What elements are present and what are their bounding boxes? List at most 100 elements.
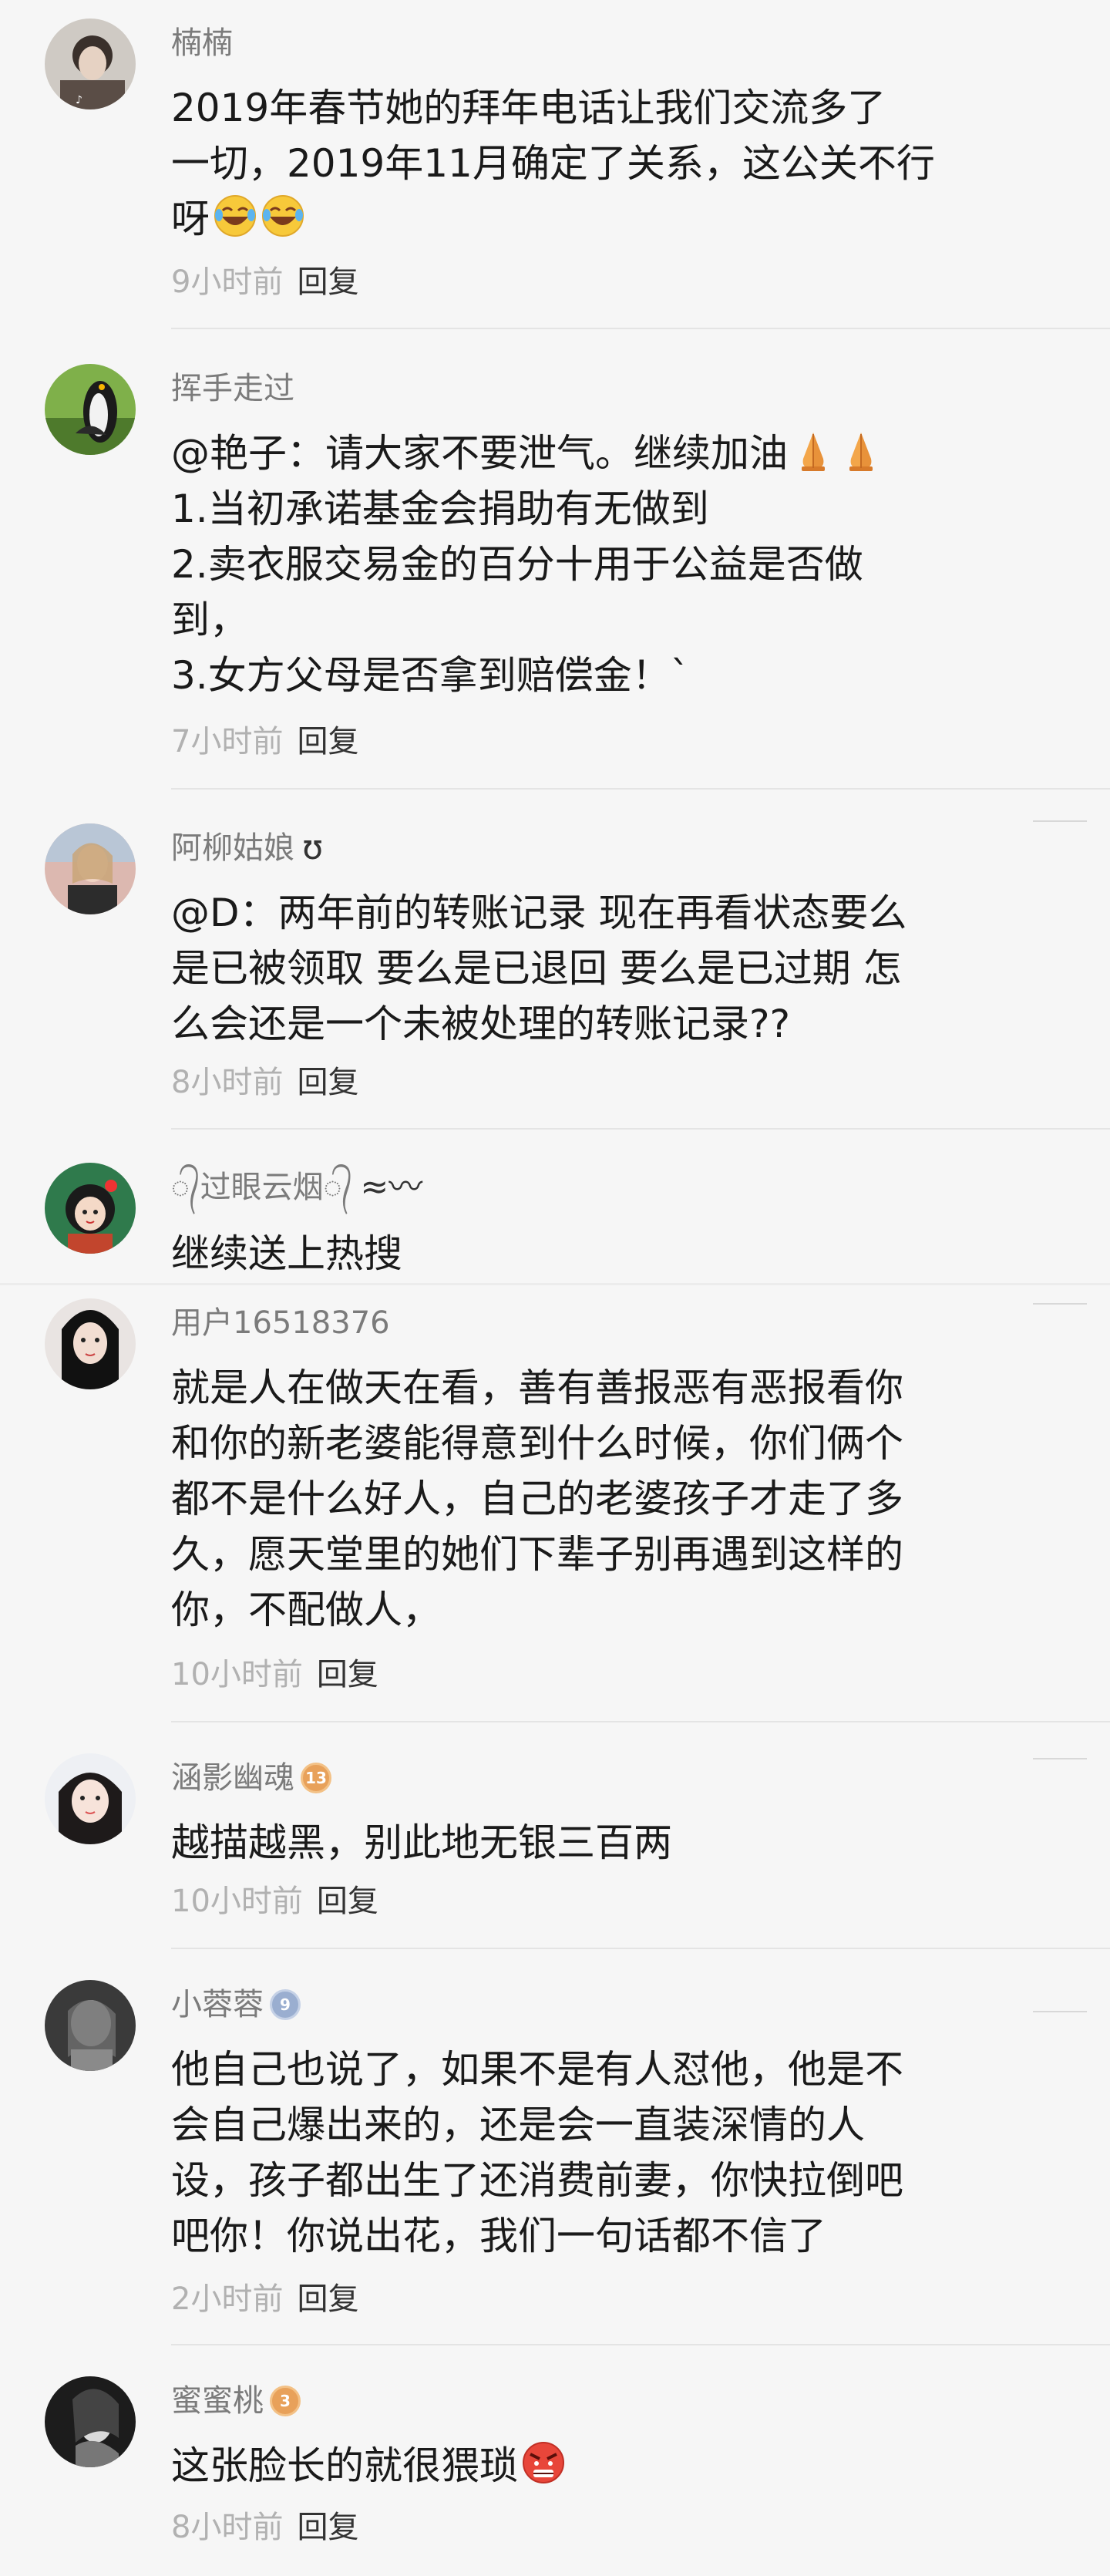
timestamp: 8小时前 <box>171 1065 284 1100</box>
more-indicator <box>1033 1758 1087 1759</box>
name-decoration: ʊ <box>302 828 324 867</box>
more-indicator <box>1033 2011 1087 2012</box>
comment-line: 是已被领取 要么是已退回 要么是已过期 怎 <box>171 946 902 991</box>
divider <box>171 1948 1110 1949</box>
comment-line: 会自己爆出来的，还是会一直装深情的人 <box>171 2103 865 2147</box>
commenter-name[interactable]: 阿柳姑娘 ʊ <box>171 828 323 868</box>
reply-button[interactable]: 回复 <box>297 724 358 759</box>
commenter-name[interactable]: 用户16518376 <box>171 1303 390 1343</box>
level-badge: 9 <box>270 1989 301 2020</box>
divider <box>171 788 1110 790</box>
comment-line: 1.当初承诺基金会捐助有无做到 <box>171 487 709 531</box>
commenter-name-text: 楠楠 <box>171 25 233 61</box>
comment-meta: 7小时前 回复 <box>171 722 358 762</box>
comment-line: 3.女方父母是否拿到赔偿金！` <box>171 653 690 698</box>
comment-text: 就是人在做天在看，善有善报恶有恶报看你 和你的新老婆能得意到什么时候，你们俩个 … <box>171 1360 988 1638</box>
reply-button[interactable]: 回复 <box>317 1884 378 1919</box>
reply-button[interactable]: 回复 <box>297 1065 358 1100</box>
avatar[interactable] <box>45 823 136 914</box>
commenter-name-text: 蜜蜜桃 <box>171 2383 264 2419</box>
timestamp: 8小时前 <box>171 2510 284 2545</box>
comment-line: 都不是什么好人，自己的老婆孩子才走了多 <box>171 1477 903 1521</box>
timestamp: 2小时前 <box>171 2281 284 2317</box>
comment-line: @艳子：请大家不要泄气。继续加油 <box>171 426 988 481</box>
comment-line-text: @艳子：请大家不要泄气。继续加油 <box>171 431 788 476</box>
timestamp: 7小时前 <box>171 724 284 759</box>
commenter-name[interactable]: 涵影幽魂 13 <box>171 1758 331 1798</box>
comment-text: 2019年春节她的拜年电话让我们交流多了 一切，2019年11月确定了关系，这公… <box>171 80 988 247</box>
pray-emoji-icon <box>839 428 883 473</box>
comment-meta: 9小时前 回复 <box>171 262 358 302</box>
comment-line: 和你的新老婆能得意到什么时候，你们俩个 <box>171 1421 903 1466</box>
more-indicator <box>1033 820 1087 822</box>
commenter-name-text: 用户16518376 <box>171 1305 390 1341</box>
comment-meta: 10小时前 回复 <box>171 1655 378 1695</box>
timestamp: 10小时前 <box>171 1884 303 1919</box>
comment-meta: 8小时前 回复 <box>171 2507 358 2547</box>
reply-button[interactable]: 回复 <box>297 2510 358 2545</box>
avatar[interactable] <box>45 364 136 455</box>
pray-emoji-icon <box>791 428 836 473</box>
comment-list: ♪ 楠楠 2019年春节她的拜年电话让我们交流多了 一切，2019年11月确定了… <box>0 0 1110 2576</box>
svg-text:♪: ♪ <box>76 94 82 106</box>
commenter-name[interactable]: ᭄过眼云烟᭄ ≈〰 <box>171 1167 422 1207</box>
comment-line: 2019年春节她的拜年电话让我们交流多了 <box>171 86 886 130</box>
comment-text: @D：两年前的转账记录 现在再看状态要么 是已被领取 要么是已退回 要么是已过期… <box>171 885 988 1052</box>
reply-button[interactable]: 回复 <box>297 2281 358 2317</box>
commenter-name-text: 涵影幽魂 <box>171 1760 294 1796</box>
reply-button[interactable]: 回复 <box>317 1657 378 1692</box>
comment-line: @D：两年前的转账记录 现在再看状态要么 <box>171 891 907 935</box>
comment-line: 到， <box>171 598 248 642</box>
more-indicator <box>1033 1303 1087 1305</box>
commenter-name-text: ᭄过眼云烟᭄ <box>171 1170 353 1205</box>
avatar[interactable]: ♪ <box>45 19 136 109</box>
comment-line-text: 这张脸长的就很猥琐 <box>171 2443 518 2488</box>
commenter-name-text: 阿柳姑娘 <box>171 830 294 866</box>
comment-text: 他自己也说了，如果不是有人怼他，他是不 会自己爆出来的，还是会一直装深情的人 设… <box>171 2042 988 2264</box>
comment-line: 呀 <box>171 191 988 247</box>
comment-line: 吧你！你说出花，我们一句话都不信了 <box>171 2214 826 2258</box>
commenter-name[interactable]: 楠楠 <box>171 23 233 63</box>
avatar[interactable] <box>45 1980 136 2071</box>
comment-text: 继续送上热搜 <box>171 1226 988 1281</box>
comment-line-text: 呀 <box>171 197 210 241</box>
comment-line: 越描越黑，别此地无银三百两 <box>171 1820 672 1865</box>
commenter-name-text: 挥手走过 <box>171 371 294 406</box>
avatar[interactable] <box>45 1753 136 1844</box>
level-badge: 3 <box>270 2386 301 2416</box>
avatar[interactable] <box>45 1163 136 1254</box>
comment-line: 久，愿天堂里的她们下辈子别再遇到这样的 <box>171 1532 903 1577</box>
comment-line: 他自己也说了，如果不是有人怼他，他是不 <box>171 2047 903 2092</box>
angry-emoji-icon <box>521 2440 566 2485</box>
divider <box>171 2344 1110 2345</box>
comment-meta: 8小时前 回复 <box>171 1062 358 1103</box>
comment-line: 么会还是一个未被处理的转账记录?? <box>171 1002 791 1046</box>
comment-line: 就是人在做天在看，善有善报恶有恶报看你 <box>171 1365 903 1410</box>
comment-meta: 2小时前 回复 <box>171 2279 358 2319</box>
comment-line: 你，不配做人， <box>171 1588 441 1632</box>
avatar[interactable] <box>45 2376 136 2467</box>
comment-line: 继续送上热搜 <box>171 1231 402 1276</box>
laugh-cry-emoji-icon <box>213 194 257 238</box>
commenter-name[interactable]: 蜜蜜桃 3 <box>171 2381 301 2421</box>
divider <box>171 328 1110 329</box>
comment-meta: 10小时前 回复 <box>171 1881 378 1921</box>
commenter-name[interactable]: 小蓉蓉 9 <box>171 1985 301 2025</box>
reply-button[interactable]: 回复 <box>297 264 358 300</box>
comment-text: @艳子：请大家不要泄气。继续加油 1.当初承诺基金会捐助有无做到 2.卖衣服交易… <box>171 426 988 703</box>
avatar[interactable] <box>45 1298 136 1389</box>
commenter-name[interactable]: 挥手走过 <box>171 369 294 409</box>
wave-decoration-icon: ≈〰 <box>360 1167 423 1207</box>
timestamp: 9小时前 <box>171 264 284 300</box>
divider <box>0 1283 1110 1285</box>
divider <box>171 1128 1110 1130</box>
comment-text: 这张脸长的就很猥琐 <box>171 2438 988 2494</box>
commenter-name-text: 小蓉蓉 <box>171 1987 264 2022</box>
level-badge: 13 <box>301 1763 331 1793</box>
laugh-cry-emoji-icon <box>261 194 305 238</box>
timestamp: 10小时前 <box>171 1657 303 1692</box>
comment-text: 越描越黑，别此地无银三百两 <box>171 1815 988 1871</box>
comment-line: 这张脸长的就很猥琐 <box>171 2438 988 2494</box>
comment-line: 设，孩子都出生了还消费前妻，你快拉倒吧 <box>171 2158 903 2203</box>
comment-line: 一切，2019年11月确定了关系，这公关不行 <box>171 141 935 186</box>
